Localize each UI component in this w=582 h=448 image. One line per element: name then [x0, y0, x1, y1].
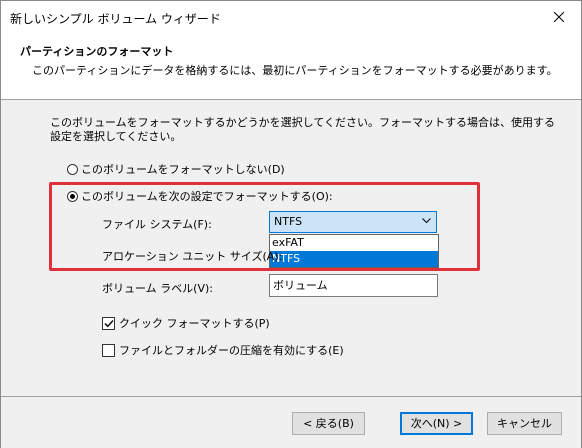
filesystem-dropdown-list: exFAT NTFS [269, 234, 439, 268]
wizard-header: パーティションのフォーマット このパーティションにデータを格納するには、最初にパ… [1, 32, 581, 100]
compression-label: ファイルとフォルダーの圧縮を有効にする(E) [119, 344, 344, 357]
cancel-button[interactable]: キャンセル [487, 412, 562, 435]
quick-format-box[interactable] [102, 316, 115, 330]
checkmark-icon [104, 319, 114, 327]
back-button[interactable]: < 戻る(B) [292, 412, 365, 435]
allocation-label: アロケーション ユニット サイズ(A): [102, 250, 283, 263]
chevron-down-icon [422, 218, 431, 224]
quick-format-checkbox[interactable]: クイック フォーマットする(P) [102, 315, 270, 331]
radio-format-label: このボリュームを次の設定でフォーマットする(O): [81, 190, 333, 203]
filesystem-select[interactable]: NTFS [269, 211, 437, 233]
close-icon [553, 11, 564, 22]
quick-format-label: クイック フォーマットする(P) [119, 317, 270, 330]
volume-label-value: ボリューム [273, 279, 328, 292]
radio-no-format[interactable]: このボリュームをフォーマットしない(D) [67, 161, 285, 177]
wizard-window: 新しいシンプル ボリューム ウィザード パーティションのフォーマット このパーテ… [0, 0, 582, 448]
compression-box[interactable] [102, 343, 115, 357]
compression-checkbox[interactable]: ファイルとフォルダーの圧縮を有効にする(E) [102, 342, 344, 358]
volume-label-input[interactable]: ボリューム [269, 274, 438, 297]
volume-label-label: ボリューム ラベル(V): [102, 282, 213, 295]
radio-no-format-indicator[interactable] [67, 163, 78, 175]
filesystem-value: NTFS [274, 215, 303, 228]
next-button[interactable]: 次へ(N) > [400, 412, 473, 435]
dropdown-option-exfat[interactable]: exFAT [270, 235, 438, 251]
radio-no-format-label: このボリュームをフォーマットしない(D) [81, 163, 285, 176]
close-button[interactable] [536, 1, 581, 32]
radio-format-indicator[interactable] [67, 190, 78, 202]
wizard-footer: < 戻る(B) 次へ(N) > キャンセル [1, 396, 581, 448]
instructions-text: このボリュームをフォーマットするかどうかを選択してください。フォーマットする場合… [50, 116, 556, 143]
window-title: 新しいシンプル ボリューム ウィザード [10, 12, 221, 26]
page-description: このパーティションにデータを格納するには、最初にパーティションをフォーマットする… [32, 64, 558, 77]
dropdown-option-ntfs[interactable]: NTFS [270, 251, 438, 267]
page-title: パーティションのフォーマット [20, 45, 174, 58]
title-bar: 新しいシンプル ボリューム ウィザード [1, 1, 581, 32]
filesystem-label: ファイル システム(F): [102, 218, 212, 231]
radio-format[interactable]: このボリュームを次の設定でフォーマットする(O): [67, 188, 333, 204]
